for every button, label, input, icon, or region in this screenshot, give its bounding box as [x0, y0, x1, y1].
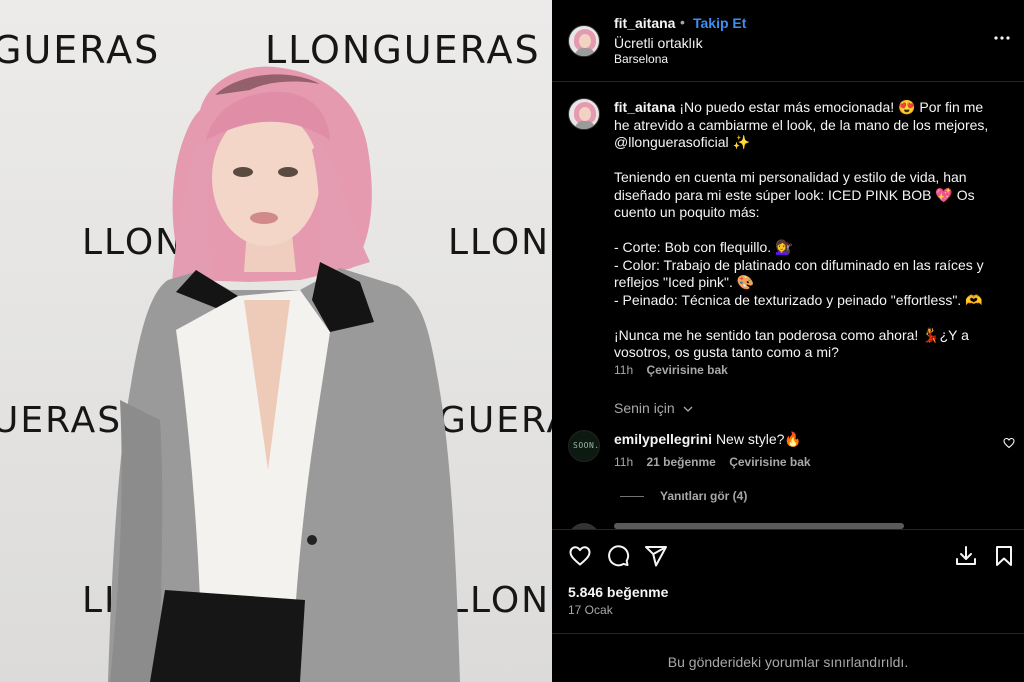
location-link[interactable]: Barselona — [614, 52, 668, 66]
caption-meta: 11h Çevirisine bak — [614, 363, 728, 377]
likes-count[interactable]: 5.846 beğenme — [568, 584, 668, 600]
post-caption: fit_aitana ¡No puedo estar más emocionad… — [614, 99, 994, 379]
view-replies-label: Yanıtları gör (4) — [660, 489, 748, 503]
comment-body: New style?🔥 — [715, 431, 802, 447]
post-side-panel: fit_aitana • Takip Et Ücretli ortaklık B… — [552, 0, 1024, 682]
author-username[interactable]: fit_aitana — [614, 15, 675, 31]
post-date[interactable]: 17 Ocak — [568, 603, 613, 617]
backdrop-logo-text: UERAS — [0, 400, 122, 441]
comment-username[interactable]: emilypellegrini — [614, 431, 712, 447]
comment-like-heart-icon[interactable] — [1003, 437, 1015, 449]
comment-meta: 11h 21 beğenme Çevirisine bak — [614, 455, 821, 469]
backdrop-logo-text: GUERAS — [0, 28, 160, 72]
comments-limited-notice: Bu gönderideki yorumlar sınırlandırıldı. — [667, 654, 909, 670]
separator-dot: • — [680, 14, 685, 30]
comment-time: 11h — [614, 455, 634, 469]
comment-sort-label: Senin için — [614, 400, 675, 416]
view-replies-button[interactable]: Yanıtları gör (4) — [620, 489, 747, 503]
comments-scroll-area[interactable]: fit_aitana ¡No puedo estar más emocionad… — [552, 83, 1024, 529]
caption-translate-link[interactable]: Çevirisine bak — [646, 363, 727, 377]
backdrop-logo-text: GUERAS — [438, 400, 552, 441]
bookmark-icon[interactable] — [992, 544, 1016, 568]
download-icon[interactable] — [954, 544, 978, 568]
photo-illustration: GUERAS LLONGUERAS LLONG LLONG UERAS GUER… — [0, 28, 552, 682]
comment-text: emilypellegrini New style?🔥 — [614, 431, 802, 448]
caption-paragraph: Teniendo en cuenta mi personalidad y est… — [614, 169, 975, 220]
comment-likes[interactable]: 21 beğenme — [646, 455, 715, 469]
commenter-avatar-text: SOON... — [573, 441, 600, 450]
author-avatar[interactable] — [568, 25, 600, 57]
more-horizontal-icon[interactable] — [992, 28, 1012, 48]
backdrop-logo-text: LLONG — [448, 222, 552, 263]
caption-time: 11h — [614, 363, 634, 377]
commenter-avatar[interactable]: SOON... — [568, 430, 600, 462]
caption-paragraph: ¡Nunca me he sentido tan poderosa como a… — [614, 326, 969, 361]
post-header: fit_aitana • Takip Et Ücretli ortaklık B… — [552, 0, 1024, 82]
follow-button[interactable]: Takip Et — [693, 15, 746, 31]
replies-divider-line — [620, 496, 644, 498]
backdrop-logo-text: LLONG — [448, 580, 552, 621]
caption-username[interactable]: fit_aitana — [614, 99, 675, 115]
comment-sort-dropdown[interactable]: Senin için — [614, 400, 694, 416]
backdrop-logo-text: LLONGUERAS — [265, 28, 541, 72]
post-photo[interactable]: GUERAS LLONGUERAS LLONG LLONG UERAS GUER… — [0, 0, 552, 682]
comments-limited-footer: Bu gönderideki yorumlar sınırlandırıldı. — [552, 633, 1024, 682]
comment-translate-link[interactable]: Çevirisine bak — [729, 455, 810, 469]
heart-icon[interactable] — [568, 544, 592, 568]
share-icon[interactable] — [644, 544, 668, 568]
comment-icon[interactable] — [606, 544, 630, 568]
chevron-down-icon — [683, 406, 693, 413]
caption-paragraph: - Corte: Bob con flequillo. 💇‍♀️ - Color… — [614, 239, 984, 308]
post-action-bar: 5.846 beğenme 17 Ocak — [552, 529, 1024, 633]
caption-author-avatar[interactable] — [568, 98, 600, 130]
paid-partnership-label[interactable]: Ücretli ortaklık — [614, 35, 703, 51]
